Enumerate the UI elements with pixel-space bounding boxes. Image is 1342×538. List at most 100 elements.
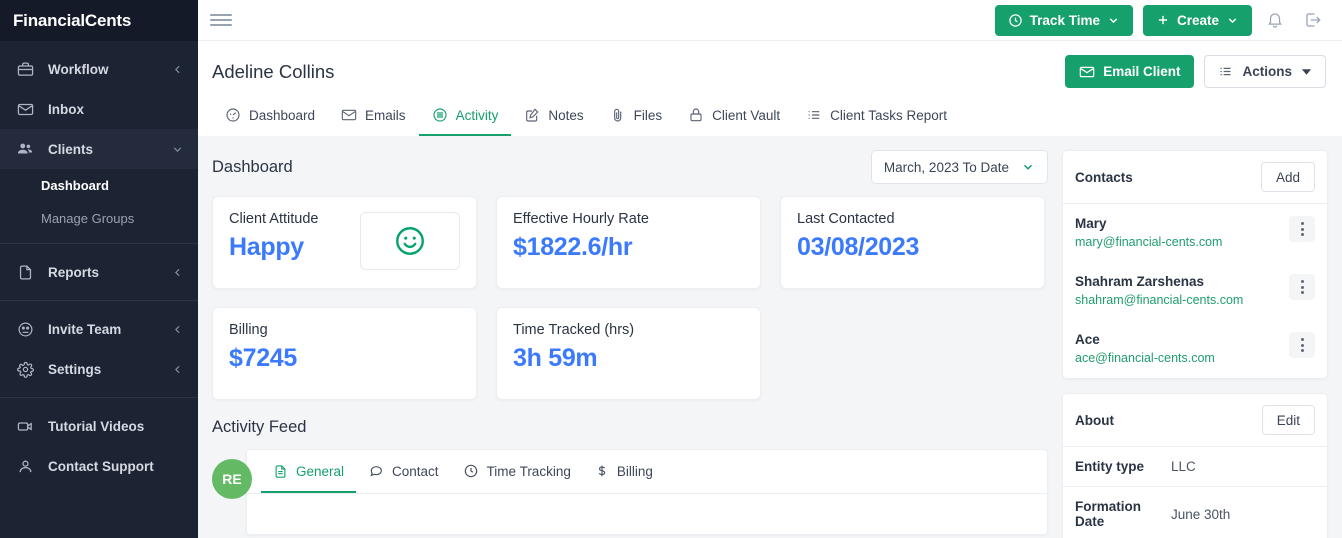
contact-item: Mary mary@financial-cents.com: [1063, 204, 1327, 262]
sidebar-group-help: Tutorial Videos Contact Support: [0, 398, 198, 494]
card-value: 03/08/2023: [797, 233, 1028, 262]
sidebar-item-workflow[interactable]: Workflow: [0, 49, 198, 89]
paperclip-icon: [610, 107, 626, 123]
brand-name: FinancialCents: [13, 11, 131, 31]
sidebar-subitem-dashboard[interactable]: Dashboard: [0, 169, 198, 202]
add-contact-button[interactable]: Add: [1261, 162, 1315, 192]
brand-logo[interactable]: FinancialCents: [0, 0, 198, 41]
card-time-tracked: Time Tracked (hrs) 3h 59m: [496, 307, 761, 400]
sidebar-item-inbox[interactable]: Inbox: [0, 89, 198, 129]
feed-tab-label: General: [296, 464, 344, 479]
list-circle-icon: [432, 107, 448, 123]
hamburger-icon[interactable]: [210, 9, 232, 31]
feed-tab-time-tracking[interactable]: Time Tracking: [451, 450, 583, 493]
sidebar-item-contact-support[interactable]: Contact Support: [0, 446, 198, 486]
feed-tab-general[interactable]: General: [261, 450, 356, 493]
feed-tab-billing[interactable]: Billing: [583, 450, 665, 493]
tab-label: Emails: [365, 108, 406, 123]
card-label: Effective Hourly Rate: [513, 211, 744, 227]
about-value: LLC: [1171, 459, 1196, 474]
sidebar-item-clients[interactable]: Clients: [0, 129, 198, 169]
video-icon: [15, 416, 35, 436]
contact-menu-icon[interactable]: [1289, 332, 1315, 358]
feed-tab-contact[interactable]: Contact: [356, 450, 451, 493]
person-icon: [15, 456, 35, 476]
tab-dashboard[interactable]: Dashboard: [212, 98, 328, 136]
contact-email[interactable]: mary@financial-cents.com: [1075, 235, 1289, 249]
activity-feed: RE General: [212, 449, 1048, 535]
card-label: Billing: [229, 322, 460, 338]
track-time-label: Track Time: [1030, 13, 1100, 28]
contacts-panel: Contacts Add Mary mary@financial-cents.c…: [1062, 150, 1328, 379]
card-value: 3h 59m: [513, 344, 744, 373]
top-bar: Track Time Create: [198, 0, 1342, 41]
sidebar-item-invite-team[interactable]: Invite Team: [0, 309, 198, 349]
card-effective-hourly-rate: Effective Hourly Rate $1822.6/hr: [496, 196, 761, 289]
date-range-select[interactable]: March, 2023 To Date: [871, 150, 1048, 184]
sidebar-item-label: Settings: [48, 362, 158, 377]
card-value: $1822.6/hr: [513, 233, 744, 262]
activity-feed-body: [247, 494, 1047, 534]
sidebar-item-label: Reports: [48, 265, 158, 280]
tab-files[interactable]: Files: [597, 98, 676, 136]
track-time-button[interactable]: Track Time: [995, 5, 1133, 36]
gauge-icon: [225, 107, 241, 123]
smiley-happy-icon: [393, 224, 427, 258]
sidebar-subitem-label: Dashboard: [41, 178, 109, 193]
client-attitude-indicator[interactable]: [360, 212, 460, 270]
email-client-button[interactable]: Email Client: [1065, 55, 1194, 88]
bell-icon[interactable]: [1260, 5, 1290, 35]
contact-name: Mary: [1075, 216, 1289, 231]
sidebar-item-label: Workflow: [48, 62, 158, 77]
tab-client-vault[interactable]: Client Vault: [675, 98, 793, 136]
card-label: Last Contacted: [797, 211, 1028, 227]
create-button[interactable]: Create: [1143, 5, 1252, 36]
card-label: Client Attitude: [229, 211, 360, 227]
contact-text: Mary mary@financial-cents.com: [1075, 216, 1289, 249]
activity-feed-panel: General Contact: [246, 449, 1048, 535]
page-header-row: Adeline Collins Email Client Actions: [212, 41, 1326, 88]
contact-menu-icon[interactable]: [1289, 274, 1315, 300]
tab-notes[interactable]: Notes: [511, 98, 596, 136]
feed-tab-label: Time Tracking: [487, 464, 571, 479]
actions-button[interactable]: Actions: [1204, 55, 1326, 88]
clock-icon: [463, 463, 479, 479]
page-header: Adeline Collins Email Client Actions: [198, 41, 1342, 136]
contact-email[interactable]: shahram@financial-cents.com: [1075, 293, 1289, 307]
chevron-left-icon: [171, 323, 184, 336]
card-client-attitude: Client Attitude Happy: [212, 196, 477, 289]
sidebar-item-label: Tutorial Videos: [48, 419, 184, 434]
tab-activity[interactable]: Activity: [419, 98, 512, 136]
list-icon: [1218, 64, 1233, 79]
contact-name: Shahram Zarshenas: [1075, 274, 1289, 289]
card-last-contacted: Last Contacted 03/08/2023: [780, 196, 1045, 289]
sidebar-subitem-manage-groups[interactable]: Manage Groups: [0, 202, 198, 235]
chevron-left-icon: [171, 63, 184, 76]
tab-client-tasks-report[interactable]: Client Tasks Report: [793, 98, 960, 136]
clock-icon: [1008, 13, 1023, 28]
sidebar-item-settings[interactable]: Settings: [0, 349, 198, 389]
about-row: Entity type LLC: [1063, 447, 1327, 487]
envelope-icon: [341, 107, 357, 123]
edit-about-button[interactable]: Edit: [1262, 405, 1315, 435]
page-title: Adeline Collins: [212, 61, 334, 83]
avatar-initials: RE: [222, 471, 241, 487]
list-icon: [806, 107, 822, 123]
client-tabs: Dashboard Emails Activity: [212, 98, 1326, 136]
gear-icon: [15, 359, 35, 379]
actions-label: Actions: [1242, 64, 1292, 79]
card-text: Effective Hourly Rate $1822.6/hr: [513, 211, 744, 262]
logout-icon[interactable]: [1298, 5, 1328, 35]
contact-menu-icon[interactable]: [1289, 216, 1315, 242]
tab-emails[interactable]: Emails: [328, 98, 419, 136]
chevron-down-icon: [1226, 14, 1239, 27]
section-title-activity-feed: Activity Feed: [212, 418, 1048, 437]
card-text: Time Tracked (hrs) 3h 59m: [513, 322, 744, 373]
contact-email[interactable]: ace@financial-cents.com: [1075, 351, 1289, 365]
feed-tab-label: Contact: [392, 464, 439, 479]
sidebar-item-reports[interactable]: Reports: [0, 252, 198, 292]
card-billing: Billing $7245: [212, 307, 477, 400]
contact-item: Shahram Zarshenas shahram@financial-cent…: [1063, 262, 1327, 320]
sidebar-item-tutorial-videos[interactable]: Tutorial Videos: [0, 406, 198, 446]
card-value: $7245: [229, 344, 460, 373]
